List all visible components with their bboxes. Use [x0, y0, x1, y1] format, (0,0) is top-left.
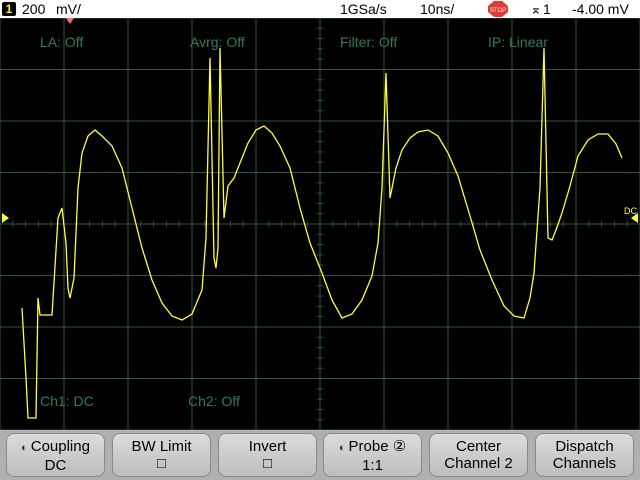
graticule — [0, 18, 640, 430]
channel-1-trace — [21, 47, 623, 419]
vertical-unit: mV/ — [56, 1, 81, 17]
softkey-value: Channel 2 — [444, 455, 513, 472]
invert-softkey[interactable]: Invert □ — [218, 433, 317, 477]
run-state-label: STOP — [490, 8, 506, 14]
trigger-position-marker — [66, 18, 74, 24]
trigger-edge-icon: ⌅ — [530, 1, 542, 17]
dispatch-softkey[interactable]: Dispatch Channels — [535, 433, 634, 477]
trigger-channel: 1 — [543, 1, 551, 17]
trigger-level: -4.00 mV — [572, 1, 629, 17]
softkey-label: Probe ② — [348, 438, 407, 455]
checkbox-icon: □ — [156, 455, 167, 472]
channel-ground-marker — [2, 213, 9, 223]
softkey-value: DC — [44, 457, 67, 474]
softkey-label: Invert — [248, 438, 287, 455]
ch2-status: Ch2: Off — [188, 393, 240, 409]
rotary-arrow-icon: ◐ — [21, 442, 31, 454]
softkey-value: 1:1 — [362, 457, 383, 474]
channel-badge: 1 — [2, 2, 16, 16]
softkey-value: Channels — [552, 455, 617, 472]
timebase: 10ns/ — [420, 1, 455, 17]
ch1-coupling-status: Ch1: DC — [40, 393, 94, 409]
waveform-display[interactable]: LA: Off Avrg: Off Filter: Off IP: Linear… — [0, 18, 640, 430]
probe-softkey[interactable]: ◐ Probe ② 1:1 — [323, 433, 422, 477]
sample-rate: 1GSa/s — [340, 1, 387, 17]
checkbox-icon: □ — [262, 455, 273, 472]
center-softkey[interactable]: Center Channel 2 — [429, 433, 528, 477]
vertical-scale: 200 — [22, 1, 46, 17]
coupling-softkey[interactable]: ◐ Coupling DC — [6, 433, 105, 477]
softkey-label: Coupling — [30, 438, 90, 455]
filter-status: Filter: Off — [340, 34, 398, 50]
stop-icon: STOP — [488, 1, 508, 17]
dc-coupling-marker: DC — [624, 206, 637, 216]
la-status: LA: Off — [40, 34, 84, 50]
softkey-label: Center — [455, 438, 502, 455]
softkey-label: BW Limit — [131, 438, 192, 455]
interpolation-status: IP: Linear — [488, 34, 548, 50]
status-bar: 1 200 mV/ 1GSa/s 10ns/ STOP ⌅ 1 -4.00 mV — [0, 0, 640, 18]
softkey-bar: ◐ Coupling DC BW Limit □ Invert □ ◐ Prob… — [0, 430, 640, 480]
bw-limit-softkey[interactable]: BW Limit □ — [112, 433, 211, 477]
rotary-arrow-icon: ◐ — [338, 442, 349, 454]
softkey-label: Dispatch — [555, 438, 614, 455]
averaging-status: Avrg: Off — [190, 34, 245, 50]
